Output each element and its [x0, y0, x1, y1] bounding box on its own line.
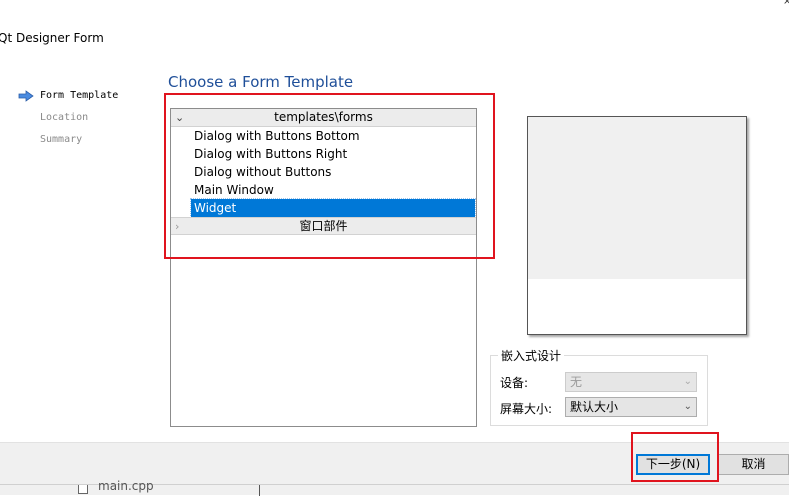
cancel-button[interactable]: 取消 [718, 454, 789, 475]
template-tree[interactable]: ⌄ templates\forms Dialog with Buttons Bo… [170, 108, 477, 427]
close-icon[interactable]: × [783, 0, 789, 7]
chevron-right-icon[interactable]: › [175, 218, 179, 235]
template-item-dialog-buttons-right[interactable]: Dialog with Buttons Right [171, 145, 476, 163]
group-label: 窗口部件 [299, 219, 348, 233]
wizard-steps: Form Template Location Summary [18, 88, 158, 154]
preview-widget-area [528, 117, 746, 279]
device-select-value: 无 [570, 375, 583, 389]
file-label: main.cpp [98, 479, 154, 493]
background-taskbar: main.cpp [0, 479, 789, 496]
screen-size-label: 屏幕大小: [500, 402, 553, 416]
step-form-template: Form Template [18, 88, 158, 110]
template-item-dialog-buttons-bottom[interactable]: Dialog with Buttons Bottom [171, 127, 476, 145]
chevron-down-icon[interactable]: ⌄ [684, 398, 692, 416]
screen-size-select[interactable]: 默认大小 ⌄ [565, 397, 697, 417]
step-label: Form Template [40, 90, 119, 101]
step-location: Location [18, 110, 158, 132]
tree-group-widgets[interactable]: › 窗口部件 [171, 217, 476, 235]
divider [259, 485, 260, 496]
template-item-widget[interactable]: Widget [190, 198, 476, 218]
embedded-design-title: 嵌入式设计 [498, 347, 565, 364]
device-select: 无 ⌄ [565, 372, 697, 392]
page-heading: Choose a Form Template [168, 73, 354, 91]
chevron-down-icon: ⌄ [683, 376, 692, 387]
device-label: 设备: [500, 376, 529, 390]
step-summary: Summary [18, 132, 158, 154]
template-item-main-window[interactable]: Main Window [171, 181, 476, 199]
chevron-down-icon[interactable]: ⌄ [175, 109, 184, 126]
file-icon [78, 485, 88, 494]
tree-group-templates-forms[interactable]: ⌄ templates\forms [171, 109, 476, 127]
screen-size-select-value: 默认大小 [570, 400, 619, 414]
step-label: Location [40, 112, 89, 123]
group-label: templates\forms [274, 110, 373, 124]
window-title: Qt Designer Form [0, 31, 104, 45]
step-label: Summary [40, 134, 83, 145]
template-preview [527, 116, 747, 335]
next-button[interactable]: 下一步(N) [636, 454, 710, 475]
template-item-dialog-without-buttons[interactable]: Dialog without Buttons [171, 163, 476, 181]
current-step-arrow-icon [18, 90, 34, 102]
